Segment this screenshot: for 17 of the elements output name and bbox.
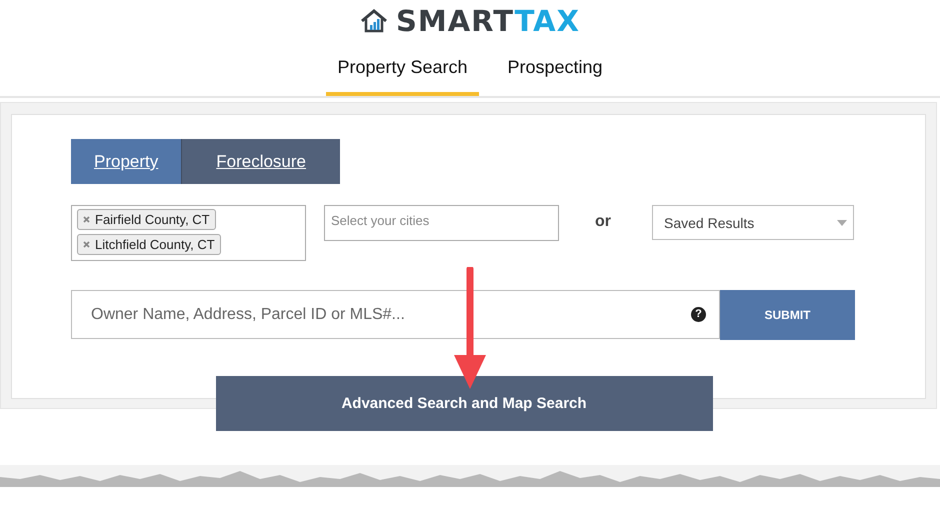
search-field[interactable]: Owner Name, Address, Parcel ID or MLS#... ? xyxy=(71,290,720,339)
or-label: or xyxy=(595,213,612,231)
remove-icon[interactable] xyxy=(83,216,90,223)
logo-text: SMARTTAX xyxy=(396,6,580,36)
submit-button[interactable]: SUBMIT xyxy=(720,290,855,340)
saved-results-dropdown[interactable]: Saved Results xyxy=(652,205,854,240)
mode-tab[interactable]: Foreclosure xyxy=(181,139,340,184)
nav-tab[interactable]: Property Search xyxy=(326,48,478,96)
caret-icon xyxy=(837,220,847,226)
advanced-search-button[interactable]: Advanced Search and Map Search xyxy=(216,376,712,431)
cities-field[interactable]: Select your cities xyxy=(324,205,559,241)
nav-tab[interactable]: Prospecting xyxy=(496,48,614,96)
county-field[interactable]: Fairfield County, CT Litchfield County, CT xyxy=(71,205,306,261)
mode-tab[interactable]: Property xyxy=(71,139,182,184)
help-icon[interactable]: ? xyxy=(691,307,706,322)
remove-icon[interactable] xyxy=(83,241,90,248)
house-chart-icon xyxy=(360,9,388,33)
